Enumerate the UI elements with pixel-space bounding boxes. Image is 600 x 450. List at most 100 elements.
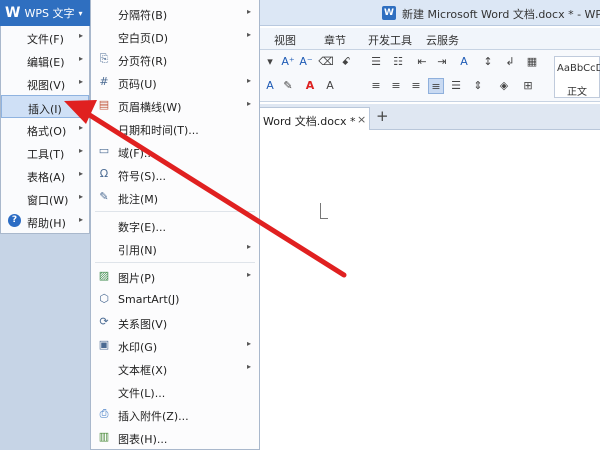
- distributed-align-icon[interactable]: ☰: [448, 78, 464, 94]
- submenu-item-attachment[interactable]: ⎙ 插入附件(Z)...: [91, 403, 259, 426]
- submenu-item-smartart[interactable]: ⬡ SmartArt(J): [91, 288, 259, 311]
- page-break-icon: ⎘: [99, 52, 109, 65]
- show-marks-icon[interactable]: ↲: [502, 54, 518, 70]
- align-center-icon[interactable]: ≡: [388, 78, 404, 94]
- submenu-item-label: 关系图(V): [118, 318, 168, 331]
- submenu-item-label: 分隔符(B): [118, 9, 168, 22]
- document-icon: W: [382, 6, 396, 20]
- submenu-item-comment[interactable]: ✎ 批注(M): [91, 186, 259, 209]
- submenu-item-date-time[interactable]: 日期和时间(T)...: [91, 117, 259, 140]
- close-icon[interactable]: ×: [357, 113, 366, 126]
- highlight-icon[interactable]: ✎: [280, 78, 296, 94]
- field-icon: ▭: [98, 144, 110, 157]
- chevron-right-icon: ▸: [247, 99, 252, 108]
- submenu-item-label: 图表(H)...: [118, 433, 168, 446]
- numbering-icon[interactable]: ☷: [390, 54, 406, 70]
- picture-icon: ▨: [98, 269, 110, 282]
- submenu-item-watermark[interactable]: ▣ 水印(G) ▸: [91, 334, 259, 357]
- chevron-right-icon: ▸: [79, 169, 84, 178]
- app-name: WPS 文字: [24, 7, 75, 20]
- submenu-item-page-break[interactable]: ⎘ 分页符(R): [91, 48, 259, 71]
- window-title: 新建 Microsoft Word 文档.docx * - WPS 文: [402, 8, 600, 21]
- submenu-item-label: 空白页(D): [118, 32, 169, 45]
- increase-indent-icon[interactable]: ⇥: [434, 54, 450, 70]
- style-gallery[interactable]: AaBbCcDd 正文: [554, 56, 600, 98]
- chevron-right-icon: ▸: [247, 7, 252, 16]
- menu-separator: [95, 262, 255, 263]
- dropdown-arrow-icon[interactable]: ▾: [262, 54, 278, 70]
- menu-item-format[interactable]: 格式(O) ▸: [1, 118, 89, 141]
- menu-item-window[interactable]: 窗口(W) ▸: [1, 187, 89, 210]
- menu-item-label: 视图(V): [27, 79, 66, 92]
- align-right-icon[interactable]: ≡: [408, 78, 424, 94]
- phonetic-guide-icon[interactable]: ꗃ: [338, 54, 354, 70]
- char-shading-icon[interactable]: A: [322, 78, 338, 94]
- submenu-item-label: 分页符(R): [118, 55, 168, 68]
- tab-section[interactable]: 章节: [324, 32, 346, 48]
- borders-icon[interactable]: ⊞: [520, 78, 536, 94]
- clear-format-icon[interactable]: ⌫: [318, 54, 334, 70]
- menu-item-edit[interactable]: 编辑(E) ▸: [1, 49, 89, 72]
- chevron-right-icon: ▸: [79, 31, 84, 40]
- bullets-icon[interactable]: ☰: [368, 54, 384, 70]
- chevron-right-icon: ▸: [247, 76, 252, 85]
- document-tab[interactable]: Word 文档.docx * ×: [258, 107, 370, 130]
- new-tab-button[interactable]: +: [376, 107, 389, 125]
- chevron-right-icon: ▸: [79, 192, 84, 201]
- style-name: 正文: [567, 87, 587, 98]
- menu-item-insert[interactable]: 插入(I) ▸: [1, 95, 89, 118]
- submenu-item-label: 域(F)...: [118, 147, 155, 160]
- chevron-right-icon: ▸: [79, 123, 84, 132]
- submenu-item-file[interactable]: 文件(L)...: [91, 380, 259, 403]
- tab-developer[interactable]: 开发工具: [368, 32, 412, 48]
- submenu-item-picture[interactable]: ▨ 图片(P) ▸: [91, 265, 259, 288]
- submenu-item-break[interactable]: 分隔符(B) ▸: [91, 2, 259, 25]
- font-color-icon[interactable]: A: [302, 78, 318, 94]
- menu-item-label: 文件(F): [27, 33, 64, 46]
- submenu-item-number[interactable]: 数字(E)...: [91, 214, 259, 237]
- table-grid-icon[interactable]: ▦: [524, 54, 540, 70]
- submenu-item-label: 数字(E)...: [118, 221, 167, 234]
- style-sample: AaBbCcDd: [557, 63, 600, 74]
- bar-chart-icon: ▥: [98, 430, 110, 443]
- text-direction-icon[interactable]: A: [456, 54, 472, 70]
- align-justify-icon[interactable]: ≡: [428, 78, 444, 94]
- submenu-item-symbol[interactable]: Ω 符号(S)...: [91, 163, 259, 186]
- menu-item-view[interactable]: 视图(V) ▸: [1, 72, 89, 95]
- menu-separator: [95, 211, 255, 212]
- menu-item-file[interactable]: 文件(F) ▸: [1, 26, 89, 49]
- menu-item-table[interactable]: 表格(A) ▸: [1, 164, 89, 187]
- align-left-icon[interactable]: ≡: [368, 78, 384, 94]
- submenu-item-label: 页码(U): [118, 78, 157, 91]
- menu-item-label: 帮助(H): [27, 217, 66, 230]
- ribbon-toolbar: ▾ A⁺ A⁻ ⌫ ꗃ ☰ ☷ ⇤ ⇥ A ↕ ↲ ▦ A ✎ A A ≡ ≡ …: [258, 50, 600, 102]
- submenu-item-page-number[interactable]: # 页码(U) ▸: [91, 71, 259, 94]
- submenu-item-chart[interactable]: ▥ 图表(H)...: [91, 426, 259, 449]
- submenu-item-blank-page[interactable]: 空白页(D) ▸: [91, 25, 259, 48]
- submenu-item-textbox[interactable]: 文本框(X) ▸: [91, 357, 259, 380]
- shrink-font-icon[interactable]: A⁻: [298, 54, 314, 70]
- menu-item-tools[interactable]: 工具(T) ▸: [1, 141, 89, 164]
- line-spacing-icon[interactable]: ⇕: [470, 78, 486, 94]
- tab-view[interactable]: 视图: [274, 32, 296, 48]
- submenu-item-header-line[interactable]: ▤ 页眉横线(W) ▸: [91, 94, 259, 117]
- document-canvas[interactable]: [258, 131, 600, 450]
- wps-app-menu-button[interactable]: W WPS 文字 ▾: [0, 0, 90, 26]
- wps-logo-icon: W: [5, 5, 21, 21]
- grow-font-icon[interactable]: A⁺: [280, 54, 296, 70]
- chevron-right-icon: ▸: [247, 270, 252, 279]
- submenu-item-relationship[interactable]: ⟳ 关系图(V): [91, 311, 259, 334]
- submenu-item-reference[interactable]: 引用(N) ▸: [91, 237, 259, 260]
- shading-icon[interactable]: ◈: [496, 78, 512, 94]
- submenu-item-field[interactable]: ▭ 域(F)...: [91, 140, 259, 163]
- font-color-a-icon[interactable]: A: [262, 78, 278, 94]
- menu-item-label: 表格(A): [27, 171, 66, 184]
- insert-submenu: 分隔符(B) ▸ 空白页(D) ▸ ⎘ 分页符(R) # 页码(U) ▸ ▤ 页…: [90, 0, 260, 450]
- tab-cloud[interactable]: 云服务: [426, 32, 459, 48]
- menu-item-help[interactable]: ? 帮助(H) ▸: [1, 210, 89, 233]
- decrease-indent-icon[interactable]: ⇤: [414, 54, 430, 70]
- submenu-item-label: 页眉横线(W): [118, 101, 182, 114]
- chevron-right-icon: ▸: [79, 215, 84, 224]
- sort-icon[interactable]: ↕: [480, 54, 496, 70]
- chevron-right-icon: ▸: [79, 77, 84, 86]
